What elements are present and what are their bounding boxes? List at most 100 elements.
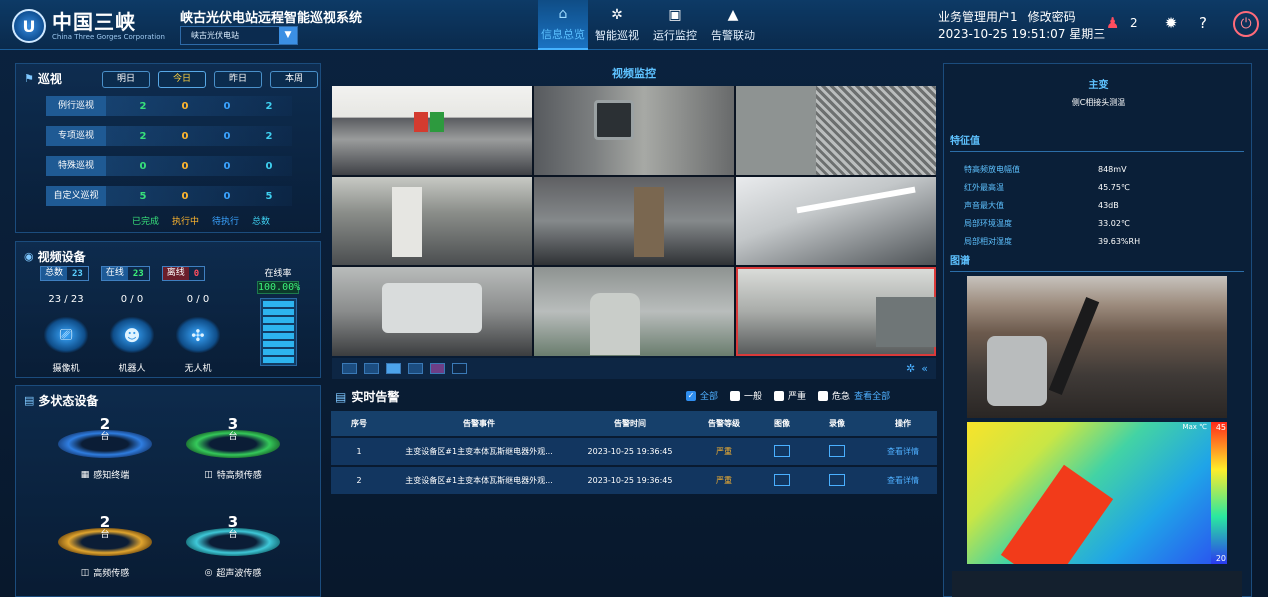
rate-bar-segment — [263, 357, 294, 363]
done-count: 2 — [139, 100, 147, 112]
tab-yesterday[interactable]: 昨日 — [214, 71, 262, 88]
nav-operation-monitor[interactable]: ▣ 运行监控 — [646, 0, 704, 50]
equipment-shape — [876, 297, 936, 348]
camera-feed-selected[interactable] — [736, 267, 936, 356]
image-icon[interactable] — [774, 444, 790, 457]
layout-custom-button[interactable] — [430, 363, 445, 374]
image-icon[interactable] — [774, 473, 790, 486]
running-count: 0 — [181, 130, 189, 142]
layout-4x4-button[interactable] — [408, 363, 423, 374]
power-icon[interactable]: ⏻ — [1233, 11, 1259, 37]
nav-smart-patrol[interactable]: ✲ 智能巡视 — [588, 0, 646, 50]
collapse-icon[interactable]: « — [921, 362, 928, 375]
tab-today[interactable]: 今日 — [158, 71, 206, 88]
device-ring-uhf-sensor[interactable]: 3 台 ◫ 特高频传感 — [184, 416, 282, 481]
chevron-down-icon[interactable]: ▼ — [279, 27, 297, 44]
filter-normal[interactable]: 一般 — [730, 389, 762, 402]
camera-feed[interactable] — [736, 176, 936, 266]
filter-all[interactable]: ✓ 全部 — [686, 389, 718, 402]
done-count: 2 — [139, 130, 147, 142]
multi-state-title-text: 多状态设备 — [38, 394, 99, 408]
device-name: 无人机 — [184, 364, 212, 374]
detail-panel: 主变 侧C相接头测温 特征值 特高频放电幅值 848mV 红外最高温 45.75℃ … — [943, 63, 1252, 597]
total-count: 2 — [265, 100, 273, 112]
rate-bar-segment — [263, 309, 294, 315]
camera-feed[interactable] — [332, 267, 532, 356]
feature-row: 特高频放电幅值 848mV — [964, 160, 1140, 178]
video-icon[interactable] — [829, 444, 845, 457]
video-grid — [332, 86, 936, 356]
layout-3x3-button[interactable] — [386, 363, 401, 374]
infrared-thermal-image[interactable]: 45 20 Max ℃ — [967, 422, 1227, 564]
camera-feed[interactable] — [332, 176, 532, 266]
patrol-row[interactable]: 特殊巡视 0 0 0 0 — [46, 156, 292, 176]
rate-bar-segment — [263, 341, 294, 347]
video-monitor-title: 视频监控 — [612, 67, 656, 80]
realtime-alarm-header: ▤ 实时告警 ✓ 全部 一般 严重 危急 查看全部 — [331, 387, 937, 407]
view-detail-link[interactable]: 查看详情 — [869, 475, 937, 486]
view-all-link[interactable]: 查看全部 — [854, 389, 890, 402]
ultrasonic-icon: ◎ — [204, 567, 213, 578]
equipment-shape — [1048, 297, 1100, 395]
video-layout-bar: ✲ « — [332, 358, 936, 379]
detail-title: 主变 — [1088, 80, 1109, 91]
table-row[interactable]: 2 主变设备区#1主变本体瓦斯继电器外观... 2023-10-25 19:36… — [331, 467, 937, 494]
device-drone[interactable]: 0 / 0 ✣ 无人机 — [166, 294, 230, 374]
help-icon[interactable]: ? — [1194, 14, 1212, 32]
running-count: 0 — [181, 190, 189, 202]
tab-this-week[interactable]: 本周 — [270, 71, 318, 88]
device-ring-sensing-terminal[interactable]: 2 台 ▦ 感知终端 — [56, 416, 154, 481]
image-section-title: 图谱 — [950, 252, 1244, 272]
camera-feed[interactable] — [534, 86, 734, 175]
device-name: 机器人 — [118, 364, 146, 374]
checkbox-checked-icon: ✓ — [686, 390, 696, 401]
view-detail-link[interactable]: 查看详情 — [869, 446, 937, 457]
filter-critical[interactable]: 危急 — [818, 389, 850, 402]
col-header: 图像 — [774, 419, 790, 428]
device-robot[interactable]: 0 / 0 ☻ 机器人 — [100, 294, 164, 374]
patrol-row[interactable]: 自定义巡视 5 0 0 5 — [46, 186, 292, 206]
nav-overview[interactable]: ⌂ 信息总览 — [538, 0, 588, 50]
video-icon[interactable] — [829, 473, 845, 486]
station-select[interactable]: 峡古光伏电站 ▼ — [180, 26, 298, 45]
camera-device-icon: ⎚ — [44, 317, 88, 353]
settings-gear-icon[interactable]: ✹ — [1162, 14, 1180, 32]
settings-icon[interactable]: ✲ — [906, 362, 915, 375]
done-count: 5 — [139, 190, 147, 202]
patrol-row[interactable]: 例行巡视 2 0 0 2 — [46, 96, 292, 116]
feature-key: 红外最高温 — [964, 182, 1004, 192]
device-ring-ultrasonic-sensor[interactable]: 3 台 ◎ 超声波传感 — [184, 514, 282, 579]
patrol-row-label: 自定义巡视 — [46, 186, 106, 206]
alarm-indicator[interactable]: ♟ 2 — [1106, 14, 1138, 32]
fullscreen-button[interactable] — [452, 363, 467, 374]
patrol-title-text: 巡视 — [37, 72, 62, 86]
camera-feed[interactable] — [736, 86, 936, 175]
alarm-event: 主变设备区#1主变本体瓦斯继电器外观... — [405, 447, 553, 456]
nav-label: 运行监控 — [653, 29, 697, 42]
logo-mark-icon: U — [12, 9, 46, 43]
filter-serious[interactable]: 严重 — [774, 389, 806, 402]
ring-count: 3 — [227, 513, 239, 531]
camera-feed[interactable] — [332, 86, 532, 175]
layout-1x1-button[interactable] — [342, 363, 357, 374]
nav-alarm-linkage[interactable]: ▲ 告警联动 — [704, 0, 762, 50]
change-password-link[interactable]: 修改密码 — [1028, 9, 1076, 26]
visible-light-image[interactable] — [967, 276, 1227, 418]
waiting-count: 0 — [223, 190, 231, 202]
patrol-row[interactable]: 专项巡视 2 0 0 2 — [46, 126, 292, 146]
device-ring-hf-sensor[interactable]: 2 台 ◫ 高频传感 — [56, 514, 154, 579]
tab-tomorrow[interactable]: 明日 — [102, 71, 150, 88]
multi-state-title: ▤ 多状态设备 — [24, 392, 98, 409]
device-camera[interactable]: 23 / 23 ⎚ 摄像机 — [34, 294, 98, 374]
layout-2x2-button[interactable] — [364, 363, 379, 374]
filter-label: 全部 — [700, 392, 719, 402]
nav-label: 告警联动 — [711, 29, 755, 42]
camera-feed[interactable] — [534, 267, 734, 356]
stat-offline-value: 0 — [193, 268, 200, 279]
legend-waiting: 待执行 — [212, 217, 240, 227]
equipment-shape — [590, 293, 640, 356]
waveform-image[interactable] — [952, 571, 1242, 597]
camera-feed[interactable] — [534, 176, 734, 266]
table-row[interactable]: 1 主变设备区#1主变本体瓦斯继电器外观... 2023-10-25 19:36… — [331, 438, 937, 465]
patrol-rows: 例行巡视 2 0 0 2 专项巡视 2 0 0 2 特殊巡视 0 0 0 0 自… — [46, 96, 292, 216]
